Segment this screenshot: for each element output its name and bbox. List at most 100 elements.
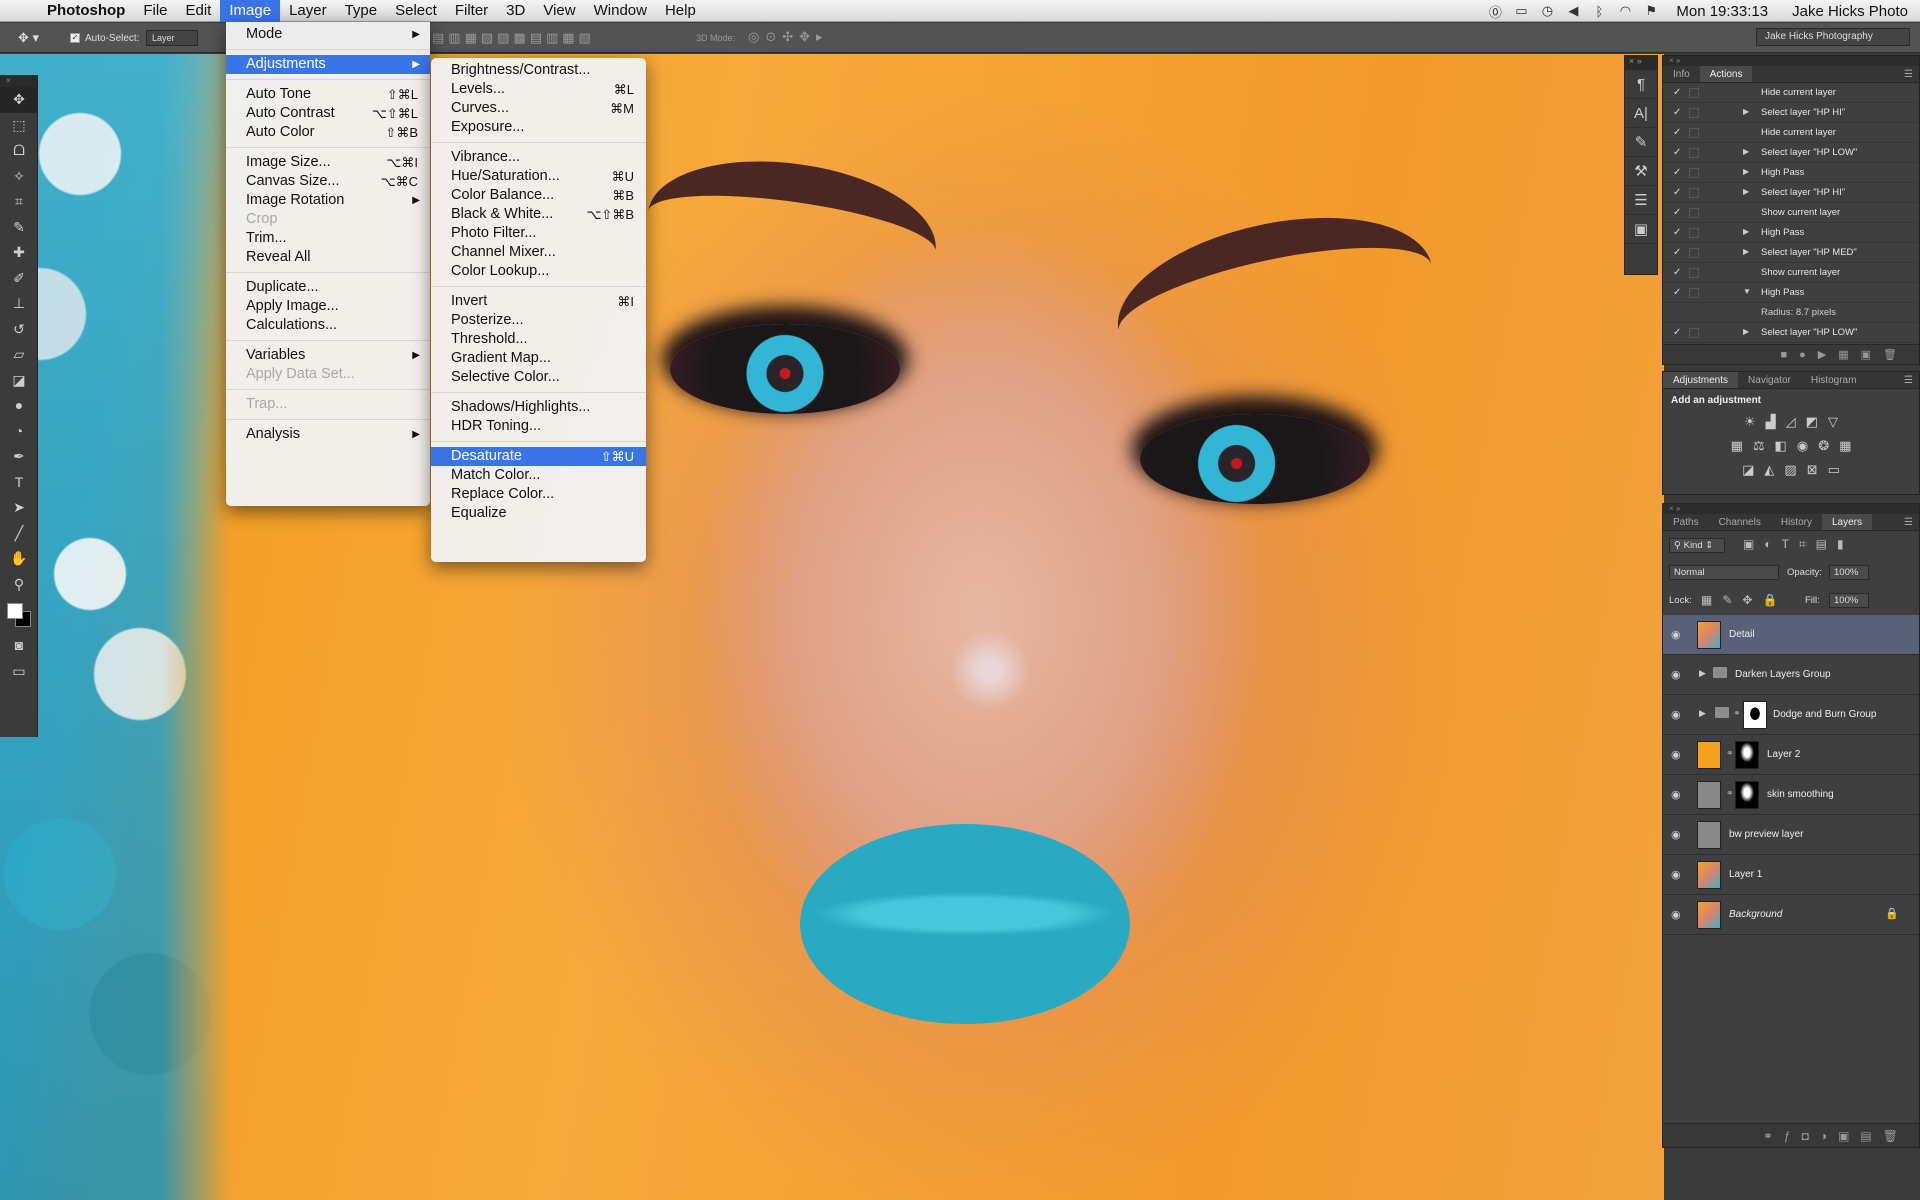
photo-filter-adjustment-icon[interactable]: ◉: [1797, 438, 1808, 454]
visibility-eye-icon[interactable]: ◉: [1671, 828, 1681, 841]
visibility-eye-icon[interactable]: ◉: [1671, 788, 1681, 801]
menu-item-selective-color[interactable]: Selective Color...: [431, 368, 646, 387]
layer-comps-icon[interactable]: ☰: [1625, 186, 1657, 215]
user-name[interactable]: Jake Hicks Photo: [1780, 3, 1920, 20]
posterize-adjustment-icon[interactable]: ◭: [1764, 462, 1774, 478]
tab-history[interactable]: History: [1771, 514, 1822, 530]
menu-filter[interactable]: Filter: [446, 0, 497, 22]
dialog-toggle-box[interactable]: [1689, 128, 1699, 138]
action-row[interactable]: ✓ ▶ High Pass: [1663, 163, 1919, 183]
tab-navigator[interactable]: Navigator: [1738, 372, 1801, 388]
display-icon[interactable]: ▭: [1508, 3, 1534, 19]
expand-triangle-icon[interactable]: ▶: [1699, 708, 1706, 719]
menu-item-curves[interactable]: Curves... ⌘M: [431, 99, 646, 118]
menu-item-posterize[interactable]: Posterize...: [431, 311, 646, 330]
menu-item-brightness-contrast[interactable]: Brightness/Contrast...: [431, 61, 646, 80]
action-check-icon[interactable]: ✓: [1673, 127, 1681, 138]
expand-triangle-icon[interactable]: ▶: [1743, 167, 1749, 176]
dialog-toggle-box[interactable]: [1689, 288, 1699, 298]
hand-tool-icon[interactable]: ✋: [0, 546, 38, 572]
filter-kind-dropdown[interactable]: ⚲ Kind ⇕: [1669, 538, 1725, 553]
curves-adjustment-icon[interactable]: ◿: [1786, 414, 1796, 430]
menu-item-channel-mixer[interactable]: Channel Mixer...: [431, 243, 646, 262]
action-row[interactable]: ✓ ▼ High Pass: [1663, 283, 1919, 303]
properties-icon[interactable]: ▣: [1625, 215, 1657, 244]
menu-item-shadows-highlights[interactable]: Shadows/Highlights...: [431, 398, 646, 417]
dialog-toggle-box[interactable]: [1689, 268, 1699, 278]
time-machine-icon[interactable]: ◷: [1534, 3, 1560, 19]
layer-thumbnail[interactable]: [1697, 821, 1721, 849]
fill-input[interactable]: 100%: [1829, 593, 1869, 608]
expand-triangle-icon[interactable]: ▶: [1743, 227, 1749, 236]
character-icon[interactable]: A|: [1625, 99, 1657, 128]
panel-topbar[interactable]: × »: [1663, 504, 1919, 514]
panel-menu-icon[interactable]: ☰: [1904, 514, 1919, 530]
menu-item-image-size[interactable]: Image Size... ⌥⌘I: [226, 153, 430, 172]
action-check-icon[interactable]: ✓: [1673, 87, 1681, 98]
layer-thumbnail[interactable]: [1697, 901, 1721, 929]
menu-item-duplicate[interactable]: Duplicate...: [226, 278, 430, 297]
menu-item-apply-image[interactable]: Apply Image...: [226, 297, 430, 316]
menu-edit[interactable]: Edit: [177, 0, 221, 22]
menu-item-vibrance[interactable]: Vibrance...: [431, 148, 646, 167]
align-icons[interactable]: ▤▥▦▧▨▩▤▥▦▧: [432, 30, 595, 46]
expand-triangle-icon[interactable]: ▶: [1743, 247, 1749, 256]
action-check-icon[interactable]: ✓: [1673, 327, 1681, 338]
menu-select[interactable]: Select: [386, 0, 446, 22]
action-row[interactable]: ✓ Show current layer: [1663, 263, 1919, 283]
action-check-icon[interactable]: ✓: [1673, 207, 1681, 218]
menu-item-hue-saturation[interactable]: Hue/Saturation... ⌘U: [431, 167, 646, 186]
gradient-map-adjustment-icon[interactable]: ▭: [1828, 462, 1840, 478]
layer-row[interactable]: ◉ bw preview layer: [1663, 815, 1919, 855]
menu-window[interactable]: Window: [585, 0, 656, 22]
action-check-icon[interactable]: ✓: [1673, 147, 1681, 158]
expand-triangle-icon[interactable]: ▶: [1699, 668, 1706, 679]
layer-mask-thumbnail[interactable]: [1735, 781, 1759, 809]
dialog-toggle-box[interactable]: [1689, 188, 1699, 198]
visibility-eye-icon[interactable]: ◉: [1671, 748, 1681, 761]
menu-3d[interactable]: 3D: [497, 0, 534, 22]
tab-adjustments[interactable]: Adjustments: [1663, 372, 1739, 388]
tab-histogram[interactable]: Histogram: [1801, 372, 1867, 388]
action-check-icon[interactable]: ✓: [1673, 287, 1681, 298]
menu-item-hdr-toning[interactable]: HDR Toning...: [431, 417, 646, 436]
action-check-icon[interactable]: ✓: [1673, 267, 1681, 278]
dialog-toggle-box[interactable]: [1689, 88, 1699, 98]
action-check-icon[interactable]: ✓: [1673, 227, 1681, 238]
action-row[interactable]: ✓ ▶ Select layer "HP LOW": [1663, 143, 1919, 163]
menu-item-desaturate[interactable]: Desaturate ⇧⌘U: [431, 447, 646, 466]
panel-menu-icon[interactable]: ☰: [1904, 66, 1919, 82]
vibrance-adjustment-icon[interactable]: ▽: [1828, 414, 1838, 430]
layers-footer-icons[interactable]: ⚭ƒ◘◑▣▤🗑: [1663, 1123, 1919, 1147]
action-check-icon[interactable]: ✓: [1673, 107, 1681, 118]
layer-row[interactable]: ◉ ▶ Darken Layers Group: [1663, 655, 1919, 695]
link-icon[interactable]: ⚭: [1726, 788, 1734, 799]
menu-item-auto-tone[interactable]: Auto Tone ⇧⌘L: [226, 85, 430, 104]
blur-tool-icon[interactable]: ●: [0, 393, 38, 419]
layer-thumbnail[interactable]: [1697, 861, 1721, 889]
strip-header[interactable]: × »: [1625, 56, 1657, 70]
action-row[interactable]: ✓ ▶ High Pass: [1663, 223, 1919, 243]
menu-item-black-white[interactable]: Black & White... ⌥⇧⌘B: [431, 205, 646, 224]
pen-tool-icon[interactable]: ✒: [0, 444, 38, 470]
action-check-icon[interactable]: ✓: [1673, 167, 1681, 178]
color-balance-adjustment-icon[interactable]: ⚖: [1753, 438, 1765, 454]
menu-item-match-color[interactable]: Match Color...: [431, 466, 646, 485]
screen-mode-icon[interactable]: ▭: [0, 659, 38, 685]
clock[interactable]: Mon 19:33:13: [1664, 3, 1780, 20]
auto-select-dropdown[interactable]: Layer: [146, 30, 198, 46]
visibility-eye-icon[interactable]: ◉: [1671, 868, 1681, 881]
layer-thumbnail[interactable]: [1697, 621, 1721, 649]
menu-item-color-balance[interactable]: Color Balance... ⌘B: [431, 186, 646, 205]
filter-type-icons[interactable]: ▣◐T⌗▤▮: [1743, 537, 1854, 552]
menu-item-trim[interactable]: Trim...: [226, 229, 430, 248]
exposure-adjustment-icon[interactable]: ◩: [1806, 414, 1818, 430]
action-check-icon[interactable]: ✓: [1673, 247, 1681, 258]
visibility-eye-icon[interactable]: ◉: [1671, 908, 1681, 921]
layer-row[interactable]: ◉ ⚭ Layer 2: [1663, 735, 1919, 775]
eraser-tool-icon[interactable]: ▱: [0, 342, 38, 368]
action-row[interactable]: ✓ ▶ Select layer "HP LOW": [1663, 323, 1919, 343]
expand-triangle-icon[interactable]: ▼: [1743, 287, 1751, 296]
threshold-adjustment-icon[interactable]: ▨: [1784, 462, 1796, 478]
layer-row[interactable]: ◉ ⚭ skin smoothing: [1663, 775, 1919, 815]
